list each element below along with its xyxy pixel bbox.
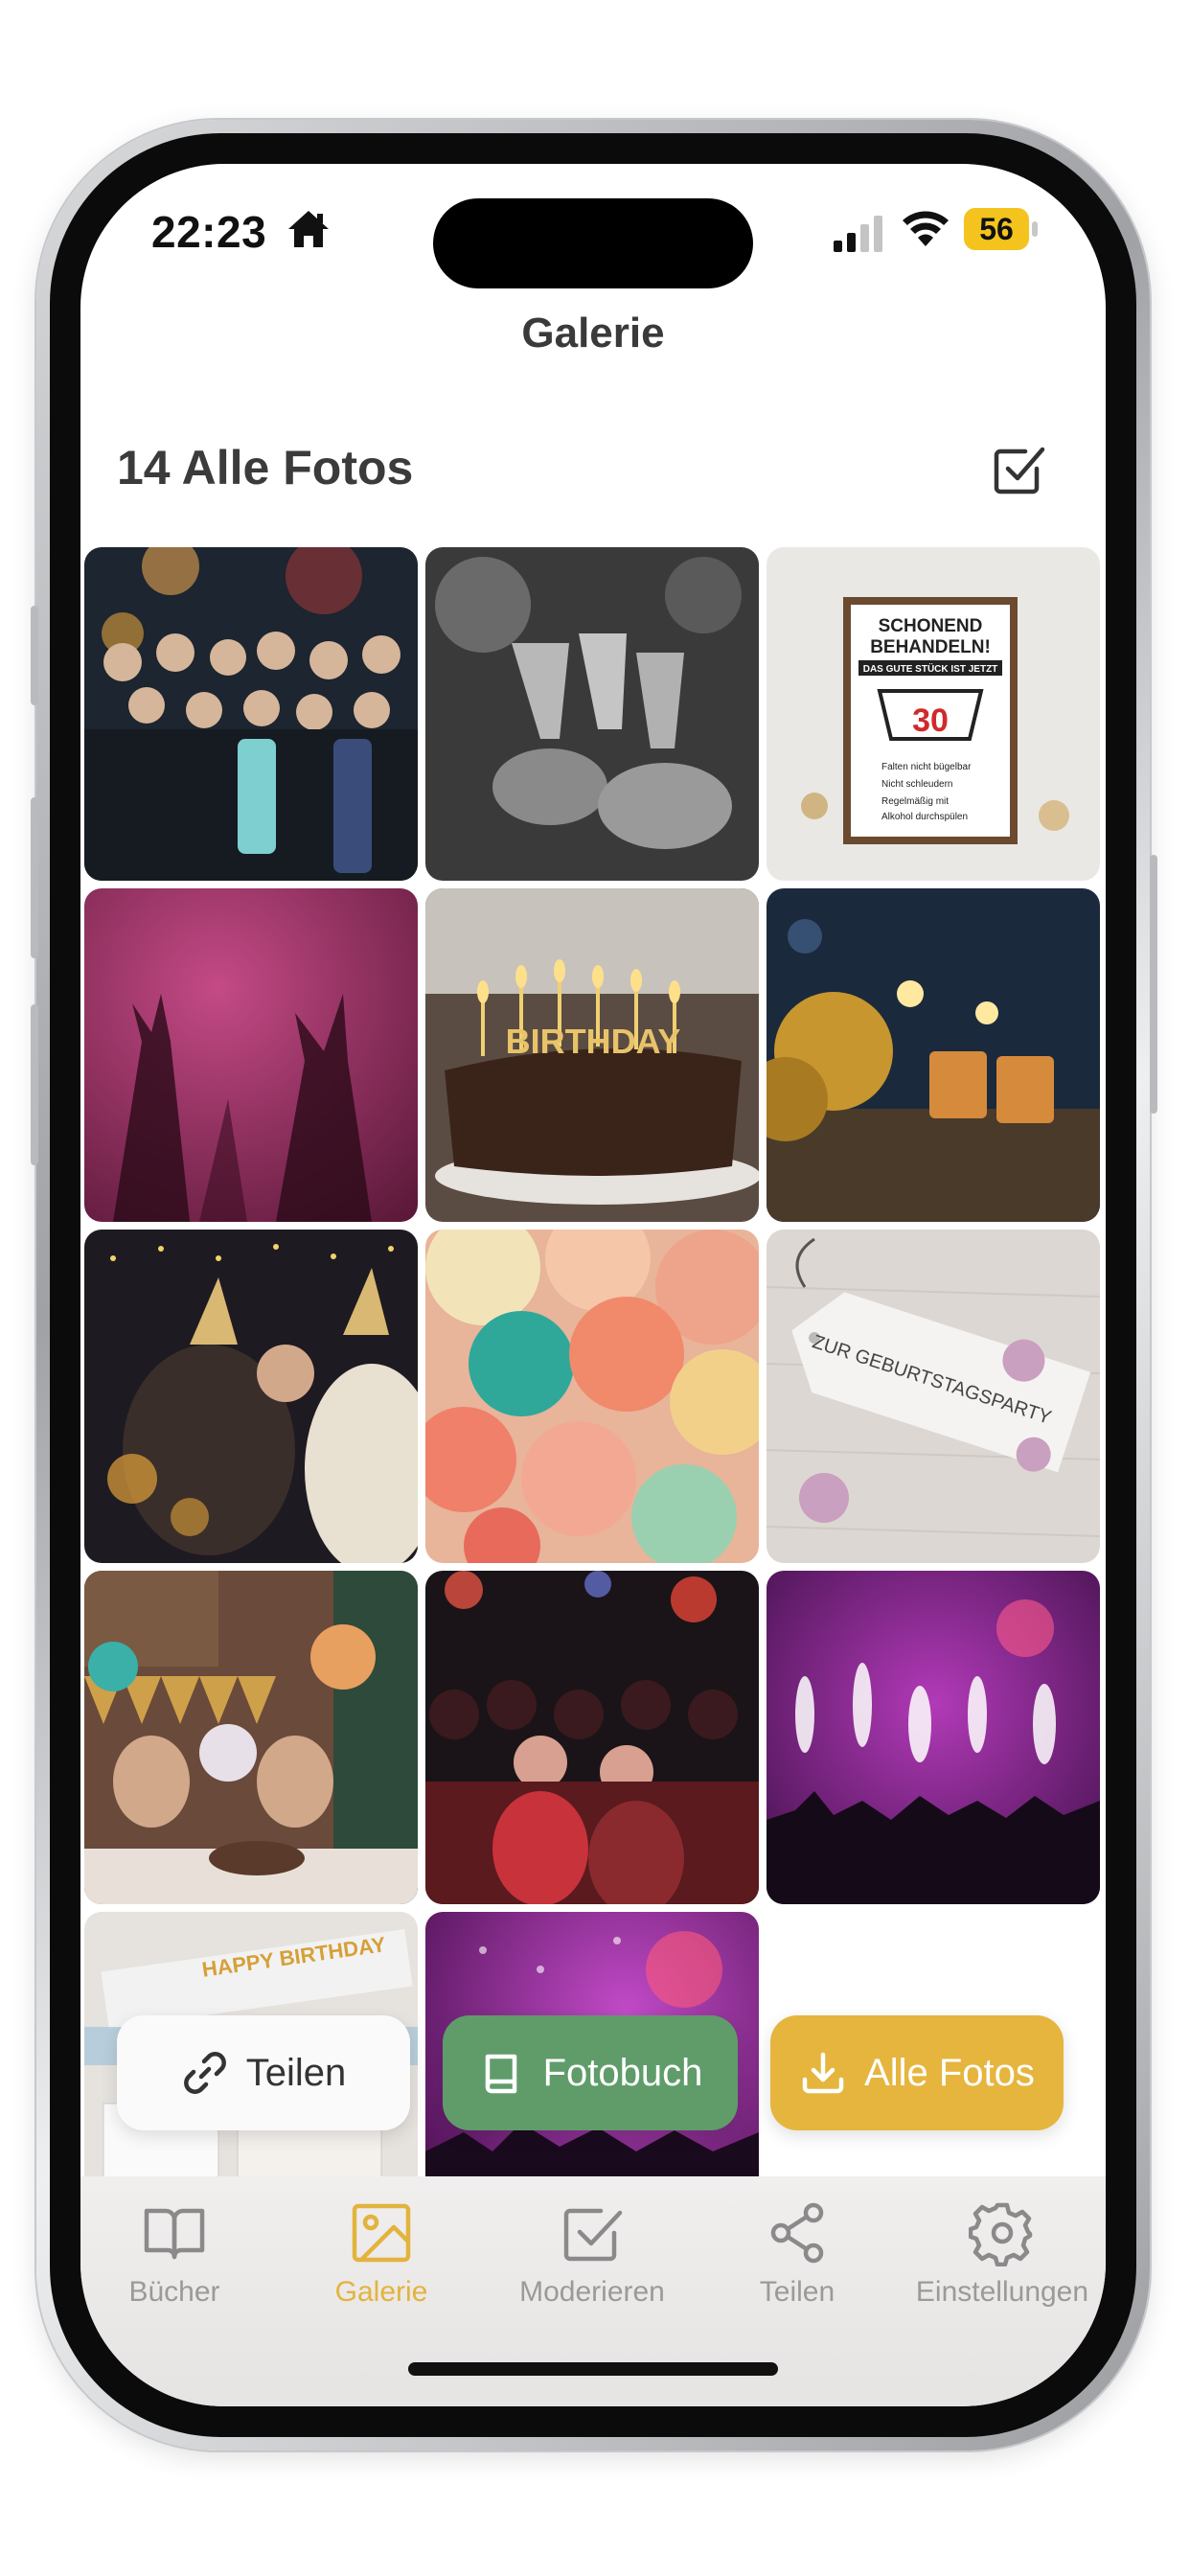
tab-moderieren[interactable]: Moderieren [496, 2199, 688, 2309]
tab-label: Galerie [334, 2276, 428, 2308]
cake-caption: BIRTHDAY [506, 1022, 681, 1061]
link-icon [183, 2052, 226, 2094]
share-button-label: Teilen [245, 2051, 347, 2094]
photo-grid: SCHONEND BEHANDELN! DAS GUTE STÜCK IST J… [84, 547, 1102, 2176]
sign-line-2: BEHANDELN! [870, 637, 991, 657]
birthday-cake-photo: BIRTHDAY [425, 888, 759, 1222]
photo-tile[interactable] [84, 547, 418, 881]
group-party-photo [84, 547, 418, 881]
sign-line-1: SCHONEND [879, 616, 983, 636]
tab-label: Teilen [759, 2276, 835, 2308]
gallery-count-title: 14 Alle Fotos [117, 441, 414, 494]
battery-indicator: 56 [964, 208, 1039, 250]
birthday-table-photo [84, 1571, 418, 1904]
silent-switch [31, 606, 38, 705]
toast-bw-photo [425, 547, 759, 881]
party-hats-photo [84, 1230, 418, 1563]
battery-tip [1032, 221, 1038, 237]
sign-line-3: DAS GUTE STÜCK IST JETZT [863, 662, 998, 675]
sign-number: 30 [912, 702, 949, 739]
all-photos-button[interactable]: Alle Fotos [770, 2015, 1064, 2130]
photo-tile[interactable] [767, 888, 1100, 1222]
volume-up-button [31, 797, 38, 958]
photo-tile[interactable] [425, 547, 759, 881]
photo-tile[interactable] [767, 1571, 1100, 1904]
all-photos-button-label: Alle Fotos [864, 2051, 1035, 2094]
tab-label: Moderieren [519, 2276, 665, 2308]
sign-30-photo: SCHONEND BEHANDELN! DAS GUTE STÜCK IST J… [767, 547, 1100, 881]
tab-buecher[interactable]: Bücher [80, 2199, 270, 2309]
photo-tile[interactable]: ZUR GEBURTSTAGSPARTY [767, 1230, 1100, 1563]
book-open-icon [144, 2208, 205, 2260]
app-screen: 22:23 56 Galerie 14 Alle Fotos SCHONEND … [80, 164, 1106, 2406]
sign-item-3: Regelmäßig mit [881, 796, 949, 807]
tab-label: Bücher [128, 2276, 220, 2308]
tab-einstellungen[interactable]: Einstellungen [906, 2199, 1098, 2309]
photo-tile[interactable]: SCHONEND BEHANDELN! DAS GUTE STÜCK IST J… [767, 547, 1100, 881]
tab-label: Einstellungen [915, 2276, 1089, 2308]
sign-item-1: Falten nicht bügelbar [881, 762, 972, 772]
image-icon [352, 2203, 411, 2263]
crowd-photo [425, 1571, 759, 1904]
wifi-icon [903, 211, 949, 246]
download-icon [802, 2052, 844, 2094]
share-button[interactable]: Teilen [117, 2015, 410, 2130]
gear-icon [969, 2202, 1033, 2266]
tag-photo: ZUR GEBURTSTAGSPARTY [767, 1230, 1100, 1563]
tab-galerie[interactable]: Galerie [286, 2199, 477, 2309]
fireworks-photo [767, 1571, 1100, 1904]
gold-balloons-photo [767, 888, 1100, 1222]
power-button [1150, 855, 1157, 1114]
page-title: Galerie [521, 310, 665, 356]
photo-tile[interactable] [425, 1230, 759, 1563]
photo-tile[interactable] [84, 888, 418, 1222]
volume-down-button [31, 1004, 38, 1165]
status-time: 22:23 [151, 207, 267, 257]
sign-item-2: Nicht schleudern [881, 779, 952, 790]
home-indicator[interactable] [408, 2362, 778, 2376]
photo-tile[interactable] [84, 1571, 418, 1904]
photo-tile[interactable] [425, 1571, 759, 1904]
book-icon [485, 2054, 516, 2094]
photo-tile[interactable] [84, 1230, 418, 1563]
tab-teilen[interactable]: Teilen [701, 2199, 893, 2309]
share-icon [770, 2202, 824, 2264]
checkbox-icon [563, 2208, 623, 2262]
photobook-button[interactable]: Fotobuch [443, 2015, 738, 2130]
pink-hands-photo [84, 888, 418, 1222]
dynamic-island [433, 198, 753, 288]
home-icon [288, 211, 329, 247]
balloons-photo [425, 1230, 759, 1563]
sign-item-4: Alkohol durchspülen [881, 812, 968, 822]
battery-level: 56 [964, 208, 1029, 250]
photo-tile[interactable]: BIRTHDAY [425, 888, 759, 1222]
signal-icon [834, 216, 882, 252]
photobook-button-label: Fotobuch [542, 2051, 703, 2094]
select-checkbox-icon[interactable] [991, 440, 1048, 497]
